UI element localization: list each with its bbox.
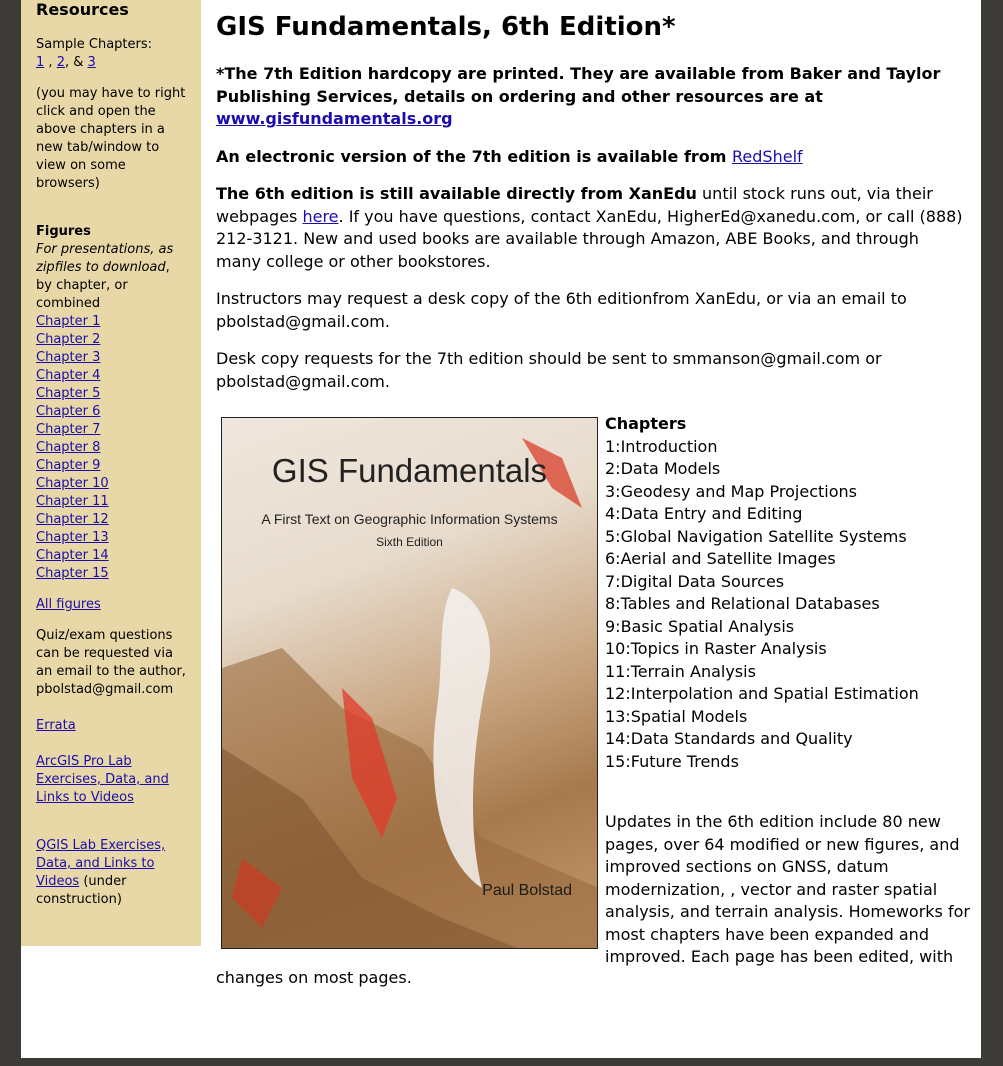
cover-edition: Sixth Edition xyxy=(376,535,443,549)
electronic-paragraph: An electronic version of the 7th edition… xyxy=(216,146,968,169)
figures-note-italic: For presentations, as zipfiles to downlo… xyxy=(36,242,174,275)
figures-chapter-12-link[interactable]: Chapter 12 xyxy=(36,512,109,527)
sixth-edition-bold: The 6th edition is still available direc… xyxy=(216,184,697,203)
sample-chapter-links: 1 , 2, & 3 xyxy=(36,54,186,72)
main-content: GIS Fundamentals, 6th Edition* *The 7th … xyxy=(216,0,970,987)
figures-chapter-4-link[interactable]: Chapter 4 xyxy=(36,368,100,383)
chapter-item: 10:Topics in Raster Analysis xyxy=(605,639,827,658)
figures-chapter-2-link[interactable]: Chapter 2 xyxy=(36,332,100,347)
sample-note: (you may have to right click and open th… xyxy=(36,86,186,191)
hardcopy-text: *The 7th Edition hardcopy are printed. T… xyxy=(216,64,941,106)
cover-author: Paul Bolstad xyxy=(482,881,572,899)
all-figures-link[interactable]: All figures xyxy=(36,597,101,612)
chapter-item: 1:Introduction xyxy=(605,436,718,456)
chapters-heading: Chapters xyxy=(605,414,687,433)
cover-title: GIS Fundamentals xyxy=(271,452,548,489)
errata-link[interactable]: Errata xyxy=(36,718,76,733)
gisfundamentals-link[interactable]: www.gisfundamentals.org xyxy=(216,109,453,128)
sample-chapter-2-link[interactable]: 2 xyxy=(57,55,65,70)
chapter-item: 12:Interpolation and Spatial Estimation xyxy=(605,684,919,703)
chapter-item: 15:Future Trends xyxy=(605,751,739,771)
chapter-item: 11:Terrain Analysis xyxy=(605,661,756,681)
figures-chapter-10-link[interactable]: Chapter 10 xyxy=(36,476,109,491)
figures-chapter-9-link[interactable]: Chapter 9 xyxy=(36,458,100,473)
figures-chapter-3-link[interactable]: Chapter 3 xyxy=(36,350,100,365)
sample-sep-2: , & xyxy=(64,55,88,70)
cover-subtitle: A First Text on Geographic Information S… xyxy=(261,511,558,527)
sample-sep-1: , xyxy=(44,55,57,70)
figures-note: For presentations, as zipfiles to downlo… xyxy=(36,241,186,313)
redshelf-link[interactable]: RedShelf xyxy=(732,147,803,166)
cover-terrain-art xyxy=(222,438,597,948)
updates-paragraph: Updates in the 6th edition include 80 ne… xyxy=(605,812,970,966)
page-container: Resources Sample Chapters: 1 , 2, & 3 (y… xyxy=(21,0,981,1058)
figures-chapter-14-link[interactable]: Chapter 14 xyxy=(36,548,109,563)
figure-chapter-list: Chapter 1 Chapter 2 Chapter 3 Chapter 4 … xyxy=(36,313,186,583)
sample-chapter-3-link[interactable]: 3 xyxy=(88,55,96,70)
quiz-note: Quiz/exam questions can be requested via… xyxy=(36,628,186,697)
sidebar-heading: Resources xyxy=(36,0,129,19)
chapter-item: 3:Geodesy and Map Projections xyxy=(605,481,857,501)
sample-chapters-label: Sample Chapters: xyxy=(36,37,153,52)
chapter-item: 13:Spatial Models xyxy=(605,706,748,726)
updates-paragraph-tail: changes on most pages. xyxy=(216,968,412,987)
chapter-item: 7:Digital Data Sources xyxy=(605,571,785,591)
book-cover-image: GIS Fundamentals A First Text on Geograp… xyxy=(221,417,598,949)
chapter-item: 8:Tables and Relational Databases xyxy=(605,594,880,613)
hardcopy-paragraph: *The 7th Edition hardcopy are printed. T… xyxy=(216,63,968,131)
sixth-edition-paragraph: The 6th edition is still available direc… xyxy=(216,183,968,273)
desk-copy-6th-paragraph: Instructors may request a desk copy of t… xyxy=(216,289,907,331)
figures-chapter-15-link[interactable]: Chapter 15 xyxy=(36,566,109,581)
figures-chapter-1-link[interactable]: Chapter 1 xyxy=(36,314,100,329)
figures-chapter-8-link[interactable]: Chapter 8 xyxy=(36,440,100,455)
sidebar: Resources Sample Chapters: 1 , 2, & 3 (y… xyxy=(21,0,201,946)
electronic-text: An electronic version of the 7th edition… xyxy=(216,146,733,166)
desk-copy-7th-paragraph: Desk copy requests for the 7th edition s… xyxy=(216,349,882,391)
chapter-item: 14:Data Standards and Quality xyxy=(605,729,853,748)
chapter-item: 2:Data Models xyxy=(605,459,721,478)
page-title: GIS Fundamentals, 6th Edition* xyxy=(216,12,676,42)
chapter-item: 6:Aerial and Satellite Images xyxy=(605,549,836,568)
figures-chapter-5-link[interactable]: Chapter 5 xyxy=(36,386,100,401)
figures-heading: Figures xyxy=(36,224,91,239)
chapter-item: 4:Data Entry and Editing xyxy=(605,504,803,523)
xanedu-here-link[interactable]: here xyxy=(302,207,338,226)
chapter-item: 9:Basic Spatial Analysis xyxy=(605,616,795,636)
chapter-item: 5:Global Navigation Satellite Systems xyxy=(605,526,907,546)
chapters-list: Chapters 1:Introduction 2:Data Models 3:… xyxy=(605,413,970,773)
arcgis-lab-link[interactable]: ArcGIS Pro Lab Exercises, Data, and Link… xyxy=(36,754,169,805)
figures-chapter-13-link[interactable]: Chapter 13 xyxy=(36,530,109,545)
figures-chapter-11-link[interactable]: Chapter 11 xyxy=(36,494,109,509)
figures-chapter-6-link[interactable]: Chapter 6 xyxy=(36,404,100,419)
figures-chapter-7-link[interactable]: Chapter 7 xyxy=(36,422,100,437)
